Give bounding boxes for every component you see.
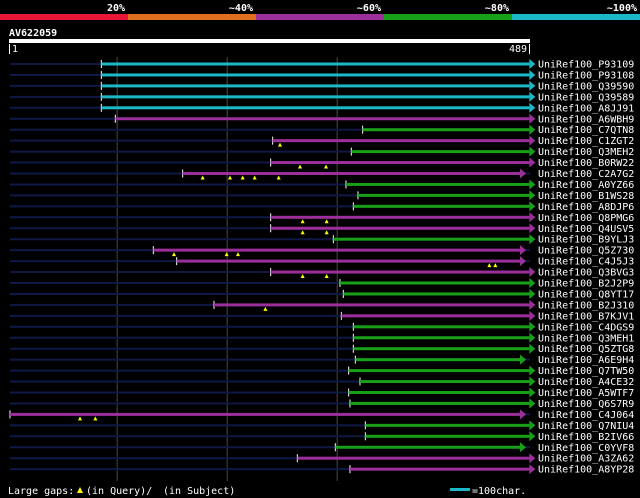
hit-label[interactable]: UniRef100_Q39589 [538,92,634,103]
hit-segment [182,172,520,175]
hit-label[interactable]: UniRef100_A6E9H4 [538,355,634,366]
hit-label[interactable]: UniRef100_P93109 [538,60,634,71]
hit-label[interactable]: UniRef100_C7QTN8 [538,125,634,136]
hit-label[interactable]: UniRef100_B7KJV1 [538,311,634,322]
hit-segment [270,161,530,165]
gaps-label: Large gaps: [8,486,74,497]
hit-segment [270,226,530,230]
hit-label[interactable]: UniRef100_A8DJP6 [538,202,634,213]
hit-segment [176,259,520,263]
hit-label[interactable]: UniRef100_A6WBH9 [538,114,634,125]
hit-segment [353,204,530,208]
legend-swatch [128,14,256,20]
legend-label: ~40% [229,3,253,14]
hit-label[interactable]: UniRef100_A5WTF7 [538,388,634,399]
hit-label[interactable]: UniRef100_B1WS28 [538,191,634,202]
hit-label[interactable]: UniRef100_Q7TW50 [538,366,634,377]
hit-label[interactable]: UniRef100_A8JJ91 [538,103,634,114]
legend-label: 20% [107,3,125,14]
scale-bar [450,488,470,491]
hit-segment [350,467,530,471]
hit-segment [272,139,530,143]
hit-label[interactable]: UniRef100_C2A7G2 [538,169,634,180]
hit-segment [353,325,530,329]
hit-segment [362,128,530,132]
hit-segment [365,434,530,438]
hit-label[interactable]: UniRef100_Q4USV5 [538,224,634,235]
hit-segment [355,358,520,362]
hit-segment [340,281,530,285]
in-query-label: (in Query)/ [86,486,152,497]
query-accession: AV622059 [9,28,57,39]
hit-label[interactable]: UniRef100_Q5ZTG8 [538,344,634,355]
query-ruler [9,39,530,43]
hit-segment [297,456,530,460]
query-end-label: 489 [509,44,527,55]
hit-label[interactable]: UniRef100_C4J064 [538,410,634,421]
hit-segment [353,336,530,340]
hit-segment [343,292,530,296]
hit-label[interactable]: UniRef100_A4CE32 [538,377,634,388]
hit-label[interactable]: UniRef100_P93108 [538,70,634,81]
hit-segment [115,117,530,121]
hit-segment [335,445,520,449]
query-start-label: 1 [12,44,18,55]
scale-label: =100char. [472,486,526,497]
hit-label[interactable]: UniRef100_C0YVF8 [538,443,634,454]
hit-label[interactable]: UniRef100_Q3BVG3 [538,268,634,279]
hit-label[interactable]: UniRef100_C1ZGT2 [538,136,634,147]
hit-segment [341,314,530,318]
in-subject-label: (in Subject) [163,486,235,497]
hit-label[interactable]: UniRef100_B2J310 [538,300,634,311]
hit-segment [351,150,530,154]
legend-swatch [256,14,384,20]
legend-label: ~100% [607,3,637,14]
hit-segment [270,215,530,219]
hit-segment [214,303,530,307]
hit-segment [101,84,530,88]
hit-label[interactable]: UniRef100_Q39590 [538,81,634,92]
hit-segment [101,62,530,66]
hit-label[interactable]: UniRef100_A3ZA62 [538,454,634,465]
hit-segment [270,270,530,274]
hit-label[interactable]: UniRef100_Q7NIU4 [538,421,634,432]
hit-segment [153,248,521,252]
hit-label[interactable]: UniRef100_Q5Z730 [538,246,634,257]
legend-swatch [512,14,640,20]
hit-segment [353,347,530,351]
legend-swatch [0,14,128,20]
hit-segment [10,412,520,416]
alignment-chart: 20% ~40% ~60% ~80% ~100% AV622059 1 489 UniR… [0,0,640,498]
hit-label[interactable]: UniRef100_Q3MEH2 [538,147,634,158]
hit-label[interactable]: UniRef100_A8YP28 [538,465,634,476]
hit-label[interactable]: UniRef100_C4J5J3 [538,257,634,268]
hit-segment [101,95,530,99]
hit-label[interactable]: UniRef100_C4DGS9 [538,322,634,333]
legend-label: ~80% [485,3,509,14]
hit-label[interactable]: UniRef100_Q8PMG6 [538,213,634,224]
hit-label[interactable]: UniRef100_Q3MEH1 [538,333,634,344]
hit-label[interactable]: UniRef100_B2J2P9 [538,279,634,290]
hit-segment [101,73,530,77]
hit-label[interactable]: UniRef100_B9YLJ3 [538,235,634,246]
legend-swatch [384,14,512,20]
hit-segment [350,401,530,405]
hit-label[interactable]: UniRef100_B0RW22 [538,158,634,169]
hit-segment [346,182,530,186]
hit-segment [101,106,530,110]
hit-segment [348,391,530,394]
hit-segment [333,237,530,241]
hit-label[interactable]: UniRef100_Q6S7R9 [538,399,634,410]
hit-segment [358,193,530,197]
hit-label[interactable]: UniRef100_A0YZ66 [538,180,634,191]
legend-label: ~60% [357,3,381,14]
hit-segment [348,369,530,373]
hit-segment [365,423,530,427]
hit-label[interactable]: UniRef100_B2IV66 [538,432,634,443]
hit-segment [360,380,530,384]
hit-label[interactable]: UniRef100_Q8YT17 [538,289,634,300]
